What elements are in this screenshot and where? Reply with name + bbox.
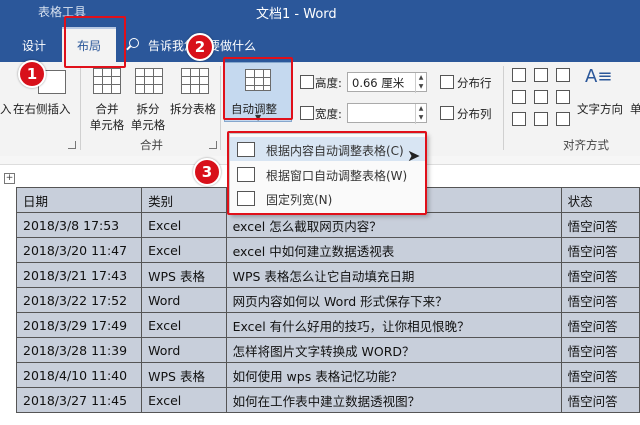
align-top-center-icon[interactable] bbox=[534, 68, 548, 82]
cell-status[interactable]: 悟空问答 bbox=[560, 262, 640, 288]
split-table-icon bbox=[181, 68, 209, 94]
callout-box-menu bbox=[227, 131, 427, 215]
cell-title[interactable]: excel 中如何建立数据透视表 bbox=[225, 237, 562, 263]
distribute-rows-icon bbox=[440, 75, 454, 89]
merge-cells-label-1: 合并 bbox=[95, 102, 119, 116]
dialog-launcher-icon[interactable] bbox=[68, 141, 76, 149]
cell-title[interactable]: Excel 有什么好用的技巧，让你相见恨晚？ bbox=[225, 312, 562, 338]
align-bottom-center-icon[interactable] bbox=[534, 112, 548, 126]
table-row: 2018/3/21 17:43 WPS 表格 WPS 表格怎么让它自动填充日期 … bbox=[15, 262, 640, 288]
callout-badge-2: 2 bbox=[186, 33, 214, 61]
cell-title[interactable]: 如何在工作表中建立数据透视图？ bbox=[225, 387, 562, 413]
cell-category[interactable]: Word bbox=[141, 337, 227, 363]
height-field[interactable]: 0.66 厘米 ▲ ▼ bbox=[347, 72, 427, 93]
table-row: 2018/3/8 17:53 Excel excel 怎么截取网页内容？ 悟空问… bbox=[15, 212, 640, 238]
align-bottom-left-icon[interactable] bbox=[512, 112, 526, 126]
cell-category[interactable]: WPS 表格 bbox=[141, 362, 227, 388]
cell-category[interactable]: Word bbox=[141, 287, 227, 313]
align-middle-left-icon[interactable] bbox=[512, 90, 526, 104]
width-field[interactable]: ▲ ▼ bbox=[347, 103, 427, 124]
split-cells-label-2: 单元格 bbox=[130, 118, 166, 132]
merge-cells-button[interactable]: 合并 单元格 bbox=[87, 101, 127, 133]
cell-category[interactable]: Excel bbox=[141, 312, 227, 338]
cell-date[interactable]: 2018/3/28 11:39 bbox=[15, 337, 143, 363]
row-height-icon bbox=[300, 75, 314, 89]
cell-title[interactable]: 网页内容如何以 Word 形式保存下来？ bbox=[225, 287, 562, 313]
align-top-right-icon[interactable] bbox=[556, 68, 570, 82]
group-divider bbox=[220, 66, 221, 150]
header-cell-date[interactable]: 日期 bbox=[15, 187, 143, 213]
alignment-group-label: 对齐方式 bbox=[563, 138, 609, 152]
header-cell-category[interactable]: 类别 bbox=[141, 187, 227, 213]
split-cells-button[interactable]: 拆分 单元格 bbox=[128, 101, 168, 133]
text-direction-icon: A≡ bbox=[585, 66, 613, 87]
height-spinner[interactable]: ▲ ▼ bbox=[415, 73, 426, 93]
header-cell-status[interactable]: 状态 bbox=[560, 187, 640, 213]
cell-date[interactable]: 2018/3/27 11:45 bbox=[15, 387, 143, 413]
callout-box-autofit bbox=[223, 57, 293, 120]
cell-margins-button[interactable]: 单 bbox=[630, 101, 640, 117]
cell-category[interactable]: WPS 表格 bbox=[141, 262, 227, 288]
table-row: 2018/3/28 11:39 Word 怎样将图片文字转换成 WORD？ 悟空… bbox=[15, 337, 640, 363]
split-cells-icon bbox=[135, 68, 163, 94]
width-label: 宽度: bbox=[315, 107, 342, 121]
cell-category[interactable]: Excel bbox=[141, 387, 227, 413]
cell-date[interactable]: 2018/3/22 17:52 bbox=[15, 287, 143, 313]
distribute-rows-button[interactable]: 分布行 bbox=[457, 75, 492, 91]
group-divider bbox=[503, 66, 504, 150]
callout-box-layout bbox=[64, 16, 126, 68]
cell-date[interactable]: 2018/3/29 17:49 bbox=[15, 312, 143, 338]
table-row: 2018/3/27 11:45 Excel 如何在工作表中建立数据透视图？ 悟空… bbox=[15, 387, 640, 413]
dialog-launcher-icon[interactable] bbox=[209, 141, 217, 149]
cell-status[interactable]: 悟空问答 bbox=[560, 337, 640, 363]
width-spinner[interactable]: ▲ ▼ bbox=[415, 104, 426, 124]
table-row: 2018/3/29 17:49 Excel Excel 有什么好用的技巧，让你相… bbox=[15, 312, 640, 338]
distribute-columns-icon bbox=[440, 106, 454, 120]
height-label: 高度: bbox=[315, 76, 342, 90]
cell-date[interactable]: 2018/4/10 11:40 bbox=[15, 362, 143, 388]
table-row: 2018/3/20 11:47 Excel excel 中如何建立数据透视表 悟… bbox=[15, 237, 640, 263]
merge-group-label: 合并 bbox=[140, 138, 163, 152]
split-cells-label-1: 拆分 bbox=[136, 102, 160, 116]
cell-date[interactable]: 2018/3/21 17:43 bbox=[15, 262, 143, 288]
cell-title[interactable]: 怎样将图片文字转换成 WORD？ bbox=[225, 337, 562, 363]
merge-cells-label-2: 单元格 bbox=[89, 118, 125, 132]
search-icon bbox=[129, 38, 139, 48]
table-row: 2018/3/22 17:52 Word 网页内容如何以 Word 形式保存下来… bbox=[15, 287, 640, 313]
cell-status[interactable]: 悟空问答 bbox=[560, 312, 640, 338]
distribute-columns-button[interactable]: 分布列 bbox=[457, 106, 492, 122]
align-bottom-right-icon[interactable] bbox=[556, 112, 570, 126]
data-table: 日期 类别 状态 2018/3/8 17:53 Excel excel 怎么截取… bbox=[15, 187, 640, 413]
callout-badge-1: 1 bbox=[18, 60, 46, 88]
cell-status[interactable]: 悟空问答 bbox=[560, 287, 640, 313]
split-table-button[interactable]: 拆分表格 bbox=[170, 101, 216, 117]
cell-title[interactable]: WPS 表格怎么让它自动填充日期 bbox=[225, 262, 562, 288]
table-move-handle-icon[interactable]: + bbox=[4, 173, 15, 184]
insert-left-button[interactable]: 入 bbox=[0, 101, 12, 117]
cell-date[interactable]: 2018/3/8 17:53 bbox=[15, 212, 143, 238]
height-value: 0.66 厘米 bbox=[352, 76, 405, 90]
cell-date[interactable]: 2018/3/20 11:47 bbox=[15, 237, 143, 263]
group-divider bbox=[80, 66, 81, 150]
cell-category[interactable]: Excel bbox=[141, 237, 227, 263]
align-middle-right-icon[interactable] bbox=[556, 90, 570, 104]
cell-title[interactable]: excel 怎么截取网页内容？ bbox=[225, 212, 562, 238]
alignment-grid bbox=[512, 68, 578, 128]
tab-design[interactable]: 设计 bbox=[22, 37, 46, 54]
insert-right-button[interactable]: 在右侧插入 bbox=[13, 101, 71, 117]
column-width-icon bbox=[300, 106, 314, 120]
cell-status[interactable]: 悟空问答 bbox=[560, 237, 640, 263]
align-top-left-icon[interactable] bbox=[512, 68, 526, 82]
cell-title[interactable]: 如何使用 wps 表格记忆功能？ bbox=[225, 362, 562, 388]
align-middle-center-icon[interactable] bbox=[534, 90, 548, 104]
merge-cells-icon bbox=[93, 68, 121, 94]
cell-status[interactable]: 悟空问答 bbox=[560, 387, 640, 413]
cell-category[interactable]: Excel bbox=[141, 212, 227, 238]
document-title: 文档1 - Word bbox=[256, 7, 337, 22]
table-row: 2018/4/10 11:40 WPS 表格 如何使用 wps 表格记忆功能？ … bbox=[15, 362, 640, 388]
text-direction-button[interactable]: 文字方向 bbox=[577, 101, 623, 117]
cell-status[interactable]: 悟空问答 bbox=[560, 212, 640, 238]
callout-badge-3: 3 bbox=[193, 158, 221, 186]
cell-status[interactable]: 悟空问答 bbox=[560, 362, 640, 388]
